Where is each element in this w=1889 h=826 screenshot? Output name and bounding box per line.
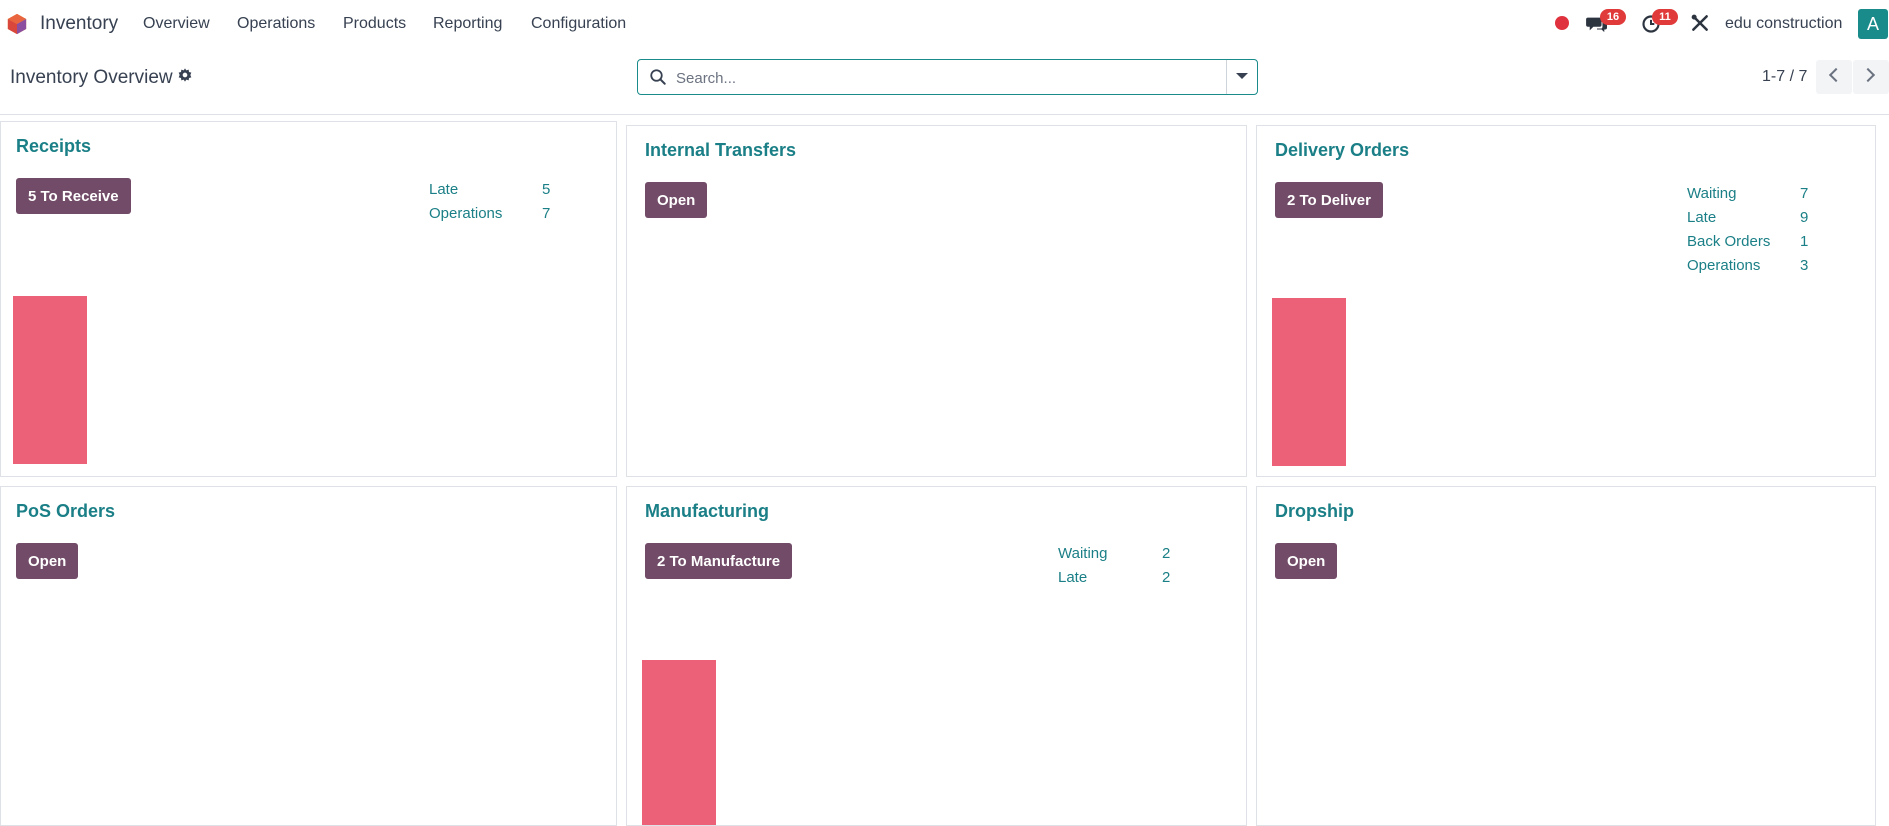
- stat-row[interactable]: Operations 7: [429, 205, 559, 229]
- stat-label[interactable]: Operations: [1687, 257, 1760, 274]
- card-title[interactable]: Manufacturing: [645, 501, 769, 522]
- to-receive-button[interactable]: 5 To Receive: [16, 178, 131, 214]
- stat-label[interactable]: Waiting: [1687, 185, 1736, 202]
- page-title: Inventory Overview: [10, 67, 173, 88]
- open-button[interactable]: Open: [16, 543, 79, 579]
- card-title[interactable]: PoS Orders: [16, 501, 115, 522]
- chevron-down-icon[interactable]: [1236, 73, 1248, 79]
- stat-value[interactable]: 9: [1800, 209, 1808, 226]
- top-navbar: Inventory Overview Operations Products R…: [0, 0, 1889, 48]
- stat-label[interactable]: Back Orders: [1687, 233, 1770, 250]
- graph-bar[interactable]: [1272, 298, 1346, 466]
- stat-row[interactable]: Waiting 7: [1687, 185, 1817, 209]
- stat-value[interactable]: 7: [542, 205, 550, 222]
- graph-bar[interactable]: [642, 660, 716, 825]
- stat-row[interactable]: Operations 3: [1687, 257, 1817, 281]
- control-panel: Inventory Overview 1-7 / 7: [0, 48, 1889, 115]
- menu-products[interactable]: Products: [343, 15, 409, 33]
- stat-row[interactable]: Waiting 2: [1058, 545, 1188, 569]
- card-title[interactable]: Dropship: [1275, 501, 1354, 522]
- card-title[interactable]: Internal Transfers: [645, 140, 796, 161]
- card-stats: Late 5 Operations 7: [429, 181, 559, 229]
- menu-configuration[interactable]: Configuration: [531, 15, 641, 33]
- card-internal-transfers: Internal Transfers Open: [626, 125, 1247, 477]
- card-dropship: Dropship Open: [1256, 486, 1876, 826]
- card-delivery-orders: Delivery Orders 2 To Deliver Waiting 7 La…: [1256, 125, 1876, 477]
- stat-row[interactable]: Back Orders 1: [1687, 233, 1817, 257]
- activity-badge: 11: [1652, 9, 1678, 25]
- search-input[interactable]: [674, 63, 1218, 93]
- menu-reporting[interactable]: Reporting: [433, 15, 507, 33]
- to-manufacture-button[interactable]: 2 To Manufacture: [645, 543, 793, 579]
- pager-previous-button[interactable]: [1816, 60, 1852, 94]
- stat-label[interactable]: Waiting: [1058, 545, 1107, 562]
- stat-value[interactable]: 1: [1800, 233, 1808, 250]
- to-deliver-button[interactable]: 2 To Deliver: [1275, 182, 1383, 218]
- stat-label[interactable]: Late: [429, 181, 458, 198]
- open-button[interactable]: Open: [645, 182, 708, 218]
- search-bar: [637, 59, 1258, 95]
- search-icon: [650, 69, 666, 85]
- app-name[interactable]: Inventory: [40, 13, 118, 35]
- search-divider: [1226, 60, 1227, 94]
- card-pos-orders: PoS Orders Open: [0, 486, 617, 826]
- stat-label[interactable]: Operations: [429, 205, 502, 222]
- company-switcher[interactable]: edu construction: [1725, 15, 1842, 33]
- stat-value[interactable]: 5: [542, 181, 550, 198]
- chevron-right-icon: [1860, 67, 1876, 83]
- card-stats: Waiting 7 Late 9 Back Orders 1 Operations 3: [1687, 185, 1817, 281]
- chevron-left-icon: [1828, 67, 1844, 83]
- menu-operations[interactable]: Operations: [237, 15, 319, 33]
- card-stats: Waiting 2 Late 2: [1058, 545, 1188, 593]
- stat-value[interactable]: 2: [1162, 545, 1170, 562]
- stat-value[interactable]: 2: [1162, 569, 1170, 586]
- card-receipts: Receipts 5 To Receive Late 5 Operations 7: [0, 121, 617, 477]
- menu-overview[interactable]: Overview: [143, 15, 213, 33]
- inventory-app-icon[interactable]: [6, 13, 28, 35]
- stat-row[interactable]: Late 2: [1058, 569, 1188, 593]
- card-title[interactable]: Receipts: [16, 136, 91, 157]
- stat-row[interactable]: Late 9: [1687, 209, 1817, 233]
- stat-label[interactable]: Late: [1058, 569, 1087, 586]
- stat-label[interactable]: Late: [1687, 209, 1716, 226]
- gear-icon[interactable]: [177, 67, 193, 83]
- pager-next-button[interactable]: [1853, 60, 1889, 94]
- chat-badge: 16: [1600, 9, 1626, 25]
- recording-indicator-icon[interactable]: [1555, 16, 1569, 30]
- stat-value[interactable]: 7: [1800, 185, 1808, 202]
- card-title[interactable]: Delivery Orders: [1275, 140, 1409, 161]
- open-button[interactable]: Open: [1275, 543, 1338, 579]
- graph-bar[interactable]: [13, 296, 87, 464]
- main-menu: Overview Operations Products Reporting C…: [143, 15, 665, 33]
- stat-row[interactable]: Late 5: [429, 181, 559, 205]
- user-avatar[interactable]: A: [1858, 9, 1888, 39]
- card-manufacturing: Manufacturing 2 To Manufacture Waiting 2 …: [626, 486, 1247, 826]
- tools-icon[interactable]: [1690, 13, 1710, 33]
- pager-value[interactable]: 1-7 / 7: [1762, 68, 1807, 86]
- stat-value[interactable]: 3: [1800, 257, 1808, 274]
